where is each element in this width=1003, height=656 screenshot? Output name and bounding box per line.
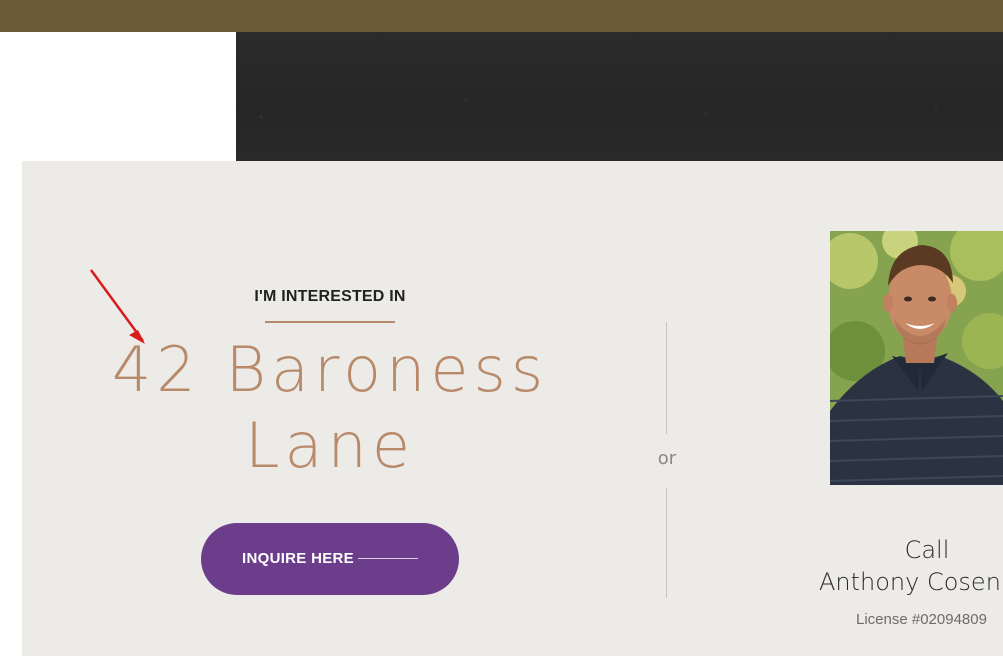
agent-license: License #02094809 — [856, 611, 987, 628]
vertical-divider-bottom — [666, 488, 667, 598]
inquire-here-button[interactable]: INQUIRE HERE — [201, 523, 459, 595]
property-address: 42 Baroness Lane — [80, 332, 580, 484]
property-address-line2: Lane — [245, 409, 415, 482]
red-arrow-annotation-icon — [89, 269, 145, 344]
inquire-button-line-icon — [358, 558, 418, 559]
vertical-divider-top — [666, 322, 667, 434]
top-banner-bar — [0, 0, 1003, 32]
heading-underline — [265, 321, 395, 323]
agent-portrait-icon — [830, 231, 1003, 485]
inquire-button-label: INQUIRE HERE — [242, 550, 354, 567]
hero-image — [236, 32, 1003, 161]
agent-photo — [830, 231, 1003, 485]
hero-texture — [259, 98, 938, 119]
property-address-line1: 42 Baroness — [111, 333, 549, 406]
call-label: Call — [904, 536, 950, 564]
or-separator: or — [657, 448, 677, 469]
agent-name[interactable]: Anthony Cosen — [819, 568, 1001, 596]
interested-in-heading: I'M INTERESTED IN — [254, 288, 406, 305]
